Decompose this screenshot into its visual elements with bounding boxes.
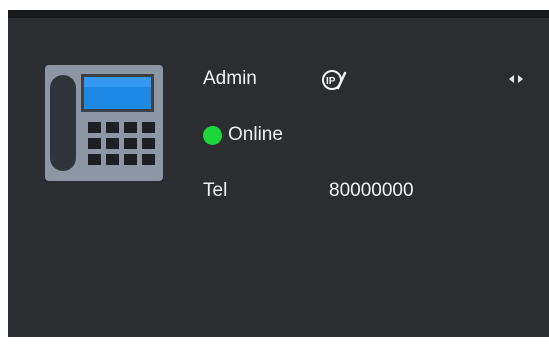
online-status-dot [203, 125, 222, 145]
status-row: Online [203, 124, 283, 146]
tel-label: Tel [203, 180, 228, 201]
contact-name: Admin [203, 68, 257, 89]
ip-edit-icon[interactable]: IP [321, 68, 347, 92]
status-label: Online [228, 124, 283, 145]
tel-value: 80000000 [329, 180, 414, 201]
svg-text:IP: IP [326, 76, 336, 87]
expand-horizontal-icon[interactable] [508, 71, 524, 87]
desk-phone-icon [45, 65, 163, 181]
contact-card: Admin IP Online Tel 80000000 [8, 10, 549, 337]
